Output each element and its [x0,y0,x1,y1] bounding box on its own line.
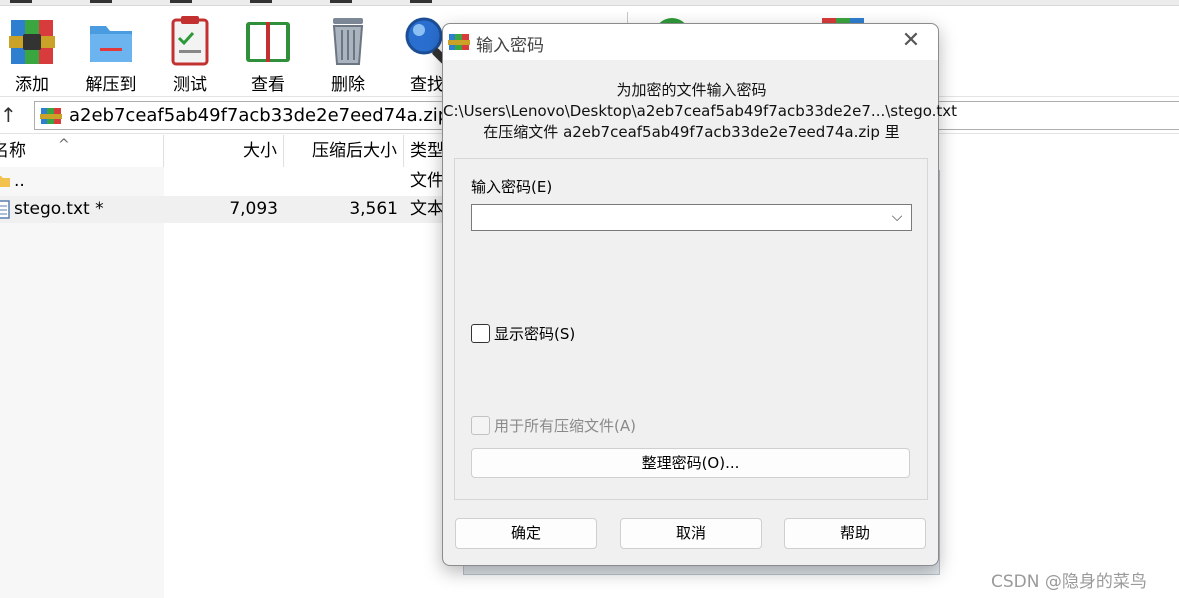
folder-icon [0,176,10,187]
text-file-icon [0,200,10,219]
use-for-all-box[interactable] [471,416,490,435]
add-button[interactable]: 添加 [0,10,67,95]
zip-archive-icon [40,108,62,124]
file-row-name: stego.txt * [14,199,104,219]
column-header-size[interactable]: 大小 [164,135,284,167]
view-button[interactable]: 查看 [233,10,303,95]
column-header-type-label: 类型 [410,141,444,161]
use-for-all-checkbox[interactable]: 用于所有压缩文件(A) [471,415,636,436]
dialog-title: 输入密码 [476,36,544,56]
show-password-label: 显示密码(S) [494,325,576,343]
column-header-packed[interactable]: 压缩后大小 [284,135,404,167]
use-for-all-label: 用于所有压缩文件(A) [494,417,636,435]
info-line-path: C:\Users\Lenovo\Desktop\a2eb7ceaf5ab49f7… [443,102,958,120]
view-icon [246,22,290,62]
help-button[interactable]: 帮助 [784,518,926,549]
watermark: CSDN @隐身的菜鸟 [991,572,1147,592]
chevron-down-icon[interactable]: ⌵ [887,206,907,229]
organize-passwords-button[interactable]: 整理密码(O)... [471,448,910,478]
password-dialog: 输入密码 ✕ 为加密的文件输入密码 C:\Users\Lenovo\Deskto… [442,23,958,566]
test-button[interactable]: 测试 [155,10,225,95]
extract-to-icon [90,26,132,62]
info-line-prompt: 为加密的文件输入密码 [616,81,767,99]
column-header-name[interactable]: 名称 ^ [0,135,164,167]
test-icon [171,16,209,66]
winrar-icon [448,34,470,50]
file-row-name: .. [14,171,25,191]
view-label: 查看 [251,75,285,95]
password-combobox[interactable]: ⌵ [471,204,912,231]
delete-icon [332,18,364,65]
password-label: 输入密码(E) [471,178,553,196]
extract-to-button[interactable]: 解压到 [76,10,146,95]
column-header-size-label: 大小 [243,141,277,161]
show-password-checkbox[interactable]: 显示密码(S) [471,323,575,344]
sort-ascending-icon: ^ [58,137,70,153]
info-line-archive: 在压缩文件 a2eb7ceaf5ab49f7acb33de2e7eed74a.z… [483,123,900,141]
add-archive-icon [9,20,55,64]
show-password-box[interactable] [471,324,490,343]
cancel-button[interactable]: 取消 [620,518,762,549]
file-row-type: 文本 [410,199,444,219]
delete-button[interactable]: 删除 [313,10,383,95]
file-row-parent[interactable]: .. 文件 [0,168,460,195]
delete-label: 删除 [331,75,365,95]
dialog-titlebar[interactable]: 输入密码 ✕ [443,24,938,60]
file-row-stego[interactable]: stego.txt * 7,093 3,561 文本 [0,196,460,223]
close-icon[interactable]: ✕ [898,28,924,54]
file-row-size: 7,093 [229,199,278,219]
column-header-name-label: 名称 [0,141,26,161]
extract-to-label: 解压到 [85,75,137,95]
dialog-info: 为加密的文件输入密码 C:\Users\Lenovo\Desktop\a2eb7… [443,80,958,143]
ok-button[interactable]: 确定 [455,518,597,549]
add-label: 添加 [15,75,49,95]
password-input[interactable] [475,207,875,228]
test-label: 测试 [173,75,207,95]
name-column-background [0,167,164,598]
file-row-packed: 3,561 [349,199,398,219]
file-row-type: 文件 [410,171,444,191]
address-path: a2eb7ceaf5ab49f7acb33de2e7eed74a.zip - [69,105,462,126]
password-group: 输入密码(E) ⌵ 显示密码(S) 用于所有压缩文件(A) 整理密码(O)... [454,158,928,500]
column-header-packed-label: 压缩后大小 [312,141,397,161]
up-arrow-icon[interactable]: ↑ [0,103,22,127]
